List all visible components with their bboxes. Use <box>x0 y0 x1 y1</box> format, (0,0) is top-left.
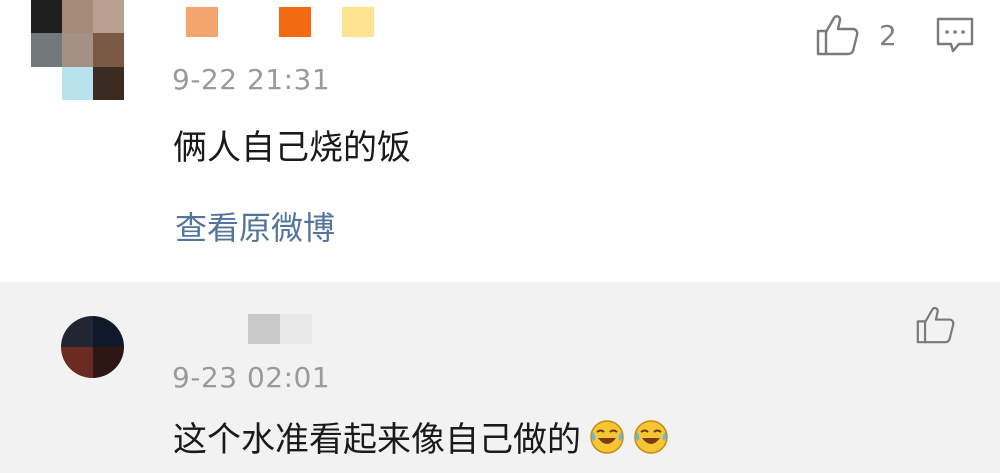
avatar-pixel <box>93 66 124 100</box>
reply-button[interactable] <box>935 16 975 58</box>
comment-timestamp: 9-22 21:31 <box>172 63 331 96</box>
avatar-pixel <box>62 0 93 34</box>
avatar[interactable] <box>61 316 124 378</box>
like-button[interactable]: 2 <box>815 14 897 56</box>
avatar[interactable] <box>31 0 124 100</box>
avatar-pixel <box>62 66 93 100</box>
avatar-pixel <box>62 33 93 67</box>
comment-text: 俩人自己烧的饭 <box>173 128 411 168</box>
avatar-pixel <box>61 316 93 347</box>
avatar-pixel <box>31 0 62 34</box>
avatar-pixel <box>61 347 93 378</box>
comment-text: 这个水准看起来像自己做的 <box>173 420 581 460</box>
reply-item: 9-23 02:01 这个水准看起来像自己做的 <box>0 282 1000 473</box>
laugh-cry-icon <box>590 419 624 454</box>
username-mask <box>280 314 312 344</box>
avatar-pixel <box>92 347 124 378</box>
laugh-cry-icon <box>634 419 668 454</box>
avatar-pixel <box>93 0 124 34</box>
thumbs-up-icon <box>816 15 859 56</box>
username-mask <box>186 7 218 37</box>
comment-item: 9-22 21:31 俩人自己烧的饭 查看原微博 2 <box>0 0 1000 282</box>
avatar-pixel <box>31 33 62 67</box>
avatar-pixel <box>31 66 62 100</box>
comment-timestamp: 9-23 02:01 <box>172 361 331 394</box>
like-count: 2 <box>879 18 897 52</box>
avatar-pixel <box>93 33 124 67</box>
username-mask <box>279 7 311 37</box>
comment-icon <box>936 17 974 53</box>
view-original-link[interactable]: 查看原微博 <box>175 203 335 249</box>
thumbs-up-icon <box>916 306 955 344</box>
avatar-pixel <box>92 316 124 347</box>
comment-content: 这个水准看起来像自己做的 <box>173 412 669 461</box>
like-button[interactable] <box>915 306 955 344</box>
username-mask <box>342 7 374 37</box>
username-mask <box>248 314 280 344</box>
